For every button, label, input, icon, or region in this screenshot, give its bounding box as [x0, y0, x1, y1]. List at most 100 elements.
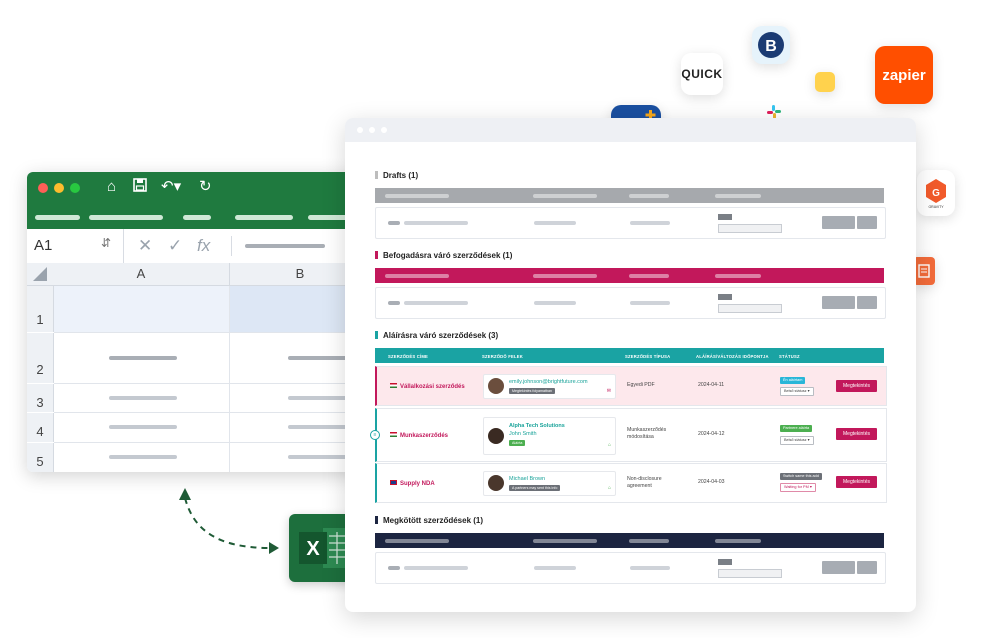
draft-row[interactable]: [375, 207, 886, 239]
row-header-5[interactable]: 5: [27, 443, 54, 472]
home-icon[interactable]: ⌂: [107, 178, 116, 196]
avatar: [488, 428, 504, 444]
view-button[interactable]: Megtekintés: [836, 428, 877, 440]
formula-input[interactable]: [245, 244, 325, 248]
minimize-dot[interactable]: [54, 183, 64, 193]
cell-a1[interactable]: [54, 286, 230, 333]
undo-icon[interactable]: ↶▾: [161, 178, 181, 196]
uk-flag-icon: [390, 480, 397, 485]
save-icon[interactable]: [133, 178, 147, 197]
contract-title[interactable]: Vállalkozási szerződés: [390, 383, 465, 390]
window-dot[interactable]: [381, 127, 387, 133]
svg-text:GRAVITY: GRAVITY: [928, 205, 944, 209]
column-header-a[interactable]: A: [53, 263, 230, 286]
stepper-icon[interactable]: ⇵: [101, 236, 111, 250]
window-dot[interactable]: [369, 127, 375, 133]
mail-icon: ✉: [606, 388, 611, 394]
party-email: emily.johnson@brightfuture.com: [509, 379, 588, 385]
home-icon: ⌂: [607, 485, 611, 491]
party-company: Alpha Tech Solutions: [509, 423, 565, 429]
contract-title[interactable]: Supply NDA: [390, 480, 435, 487]
row-header-2[interactable]: 2: [27, 333, 54, 383]
excel-toolbar: ⌂ ↶▾ ↻: [27, 172, 367, 229]
draft-action-button[interactable]: [857, 216, 877, 229]
col-header-type: SZERZŐDÉS TÍPUSA: [625, 354, 671, 359]
ribbon-tab[interactable]: [235, 215, 293, 220]
section-drafts-title: Drafts (1): [375, 171, 418, 180]
party-card[interactable]: Michael Brown A partners may sent this i…: [483, 471, 616, 496]
view-button[interactable]: Megtekintés: [836, 476, 877, 488]
contract-title[interactable]: Munkaszerződés: [390, 432, 448, 439]
fx-icon[interactable]: fx: [197, 236, 210, 256]
ribbon-tab[interactable]: [183, 215, 211, 220]
ribbon-tab[interactable]: [89, 215, 163, 220]
party-status-badge: A partners may sent this info: [509, 485, 561, 491]
select-all-corner[interactable]: [27, 263, 53, 286]
signed-action-button[interactable]: [857, 561, 877, 574]
row-header-4[interactable]: 4: [27, 413, 54, 442]
contract-row[interactable]: Vállalkozási szerződés emily.johnson@bri…: [375, 366, 887, 406]
section-signing-title: Aláírásra váró szerződések (3): [375, 331, 498, 340]
avatar: [488, 475, 504, 491]
pending-table-header: [375, 268, 884, 283]
party-status-badge: Megtekintés folyamatban: [509, 388, 555, 394]
orange-doc-app-icon: [913, 257, 935, 285]
redo-icon[interactable]: ↻: [199, 178, 212, 196]
signed-row[interactable]: [375, 552, 886, 584]
internal-status-select[interactable]: Waiting for PM ▾: [780, 483, 816, 492]
party-status-badge: Aláírta: [509, 440, 526, 446]
avatar: [488, 378, 504, 394]
divider: [123, 229, 124, 263]
maximize-dot[interactable]: [70, 183, 80, 193]
col-header-date: ALÁÍRÁS/VÁLTOZÁS IDŐPONTJA: [696, 354, 769, 359]
internal-status-select[interactable]: Belső státusz ▾: [780, 387, 814, 396]
ribbon-tab[interactable]: [35, 215, 80, 220]
contract-type: Munkaszerződés módosítása: [627, 427, 667, 440]
party-card[interactable]: Alpha Tech Solutions John Smith Aláírta …: [483, 417, 616, 455]
signing-table-header: SZERZŐDÉS CÍME SZERZŐDŐ FELEK SZERZŐDÉS …: [375, 348, 884, 363]
contracts-dashboard-window: Drafts (1) Befogadásra váró szerződések …: [345, 118, 916, 612]
pending-action-button[interactable]: [822, 296, 855, 309]
draft-action-button[interactable]: [822, 216, 855, 229]
col-header-status: STÁTUSZ: [779, 354, 800, 359]
contract-date: 2024-04-03: [698, 479, 725, 485]
formula-bar: A1 ⇵ ✕ ✓ fx: [27, 229, 367, 264]
cell-reference[interactable]: A1: [34, 237, 52, 254]
row-header-3[interactable]: 3: [27, 384, 54, 412]
cell-a4[interactable]: [54, 413, 230, 443]
section-pending-title: Befogadásra váró szerződések (1): [375, 251, 512, 260]
party-card[interactable]: emily.johnson@brightfuture.com Megtekint…: [483, 374, 616, 399]
cell-a2[interactable]: [54, 333, 230, 384]
home-icon: ⌂: [607, 442, 611, 448]
check-icon[interactable]: ✓: [168, 236, 182, 256]
section-signed-title: Megkötött szerződések (1): [375, 516, 483, 525]
contract-date: 2024-04-11: [698, 382, 725, 388]
drafts-table-header: [375, 188, 884, 203]
pending-row[interactable]: [375, 287, 886, 319]
svg-text:X: X: [306, 538, 320, 560]
col-header-title: SZERZŐDÉS CÍME: [388, 354, 429, 359]
status-badge: Switch same this add: [780, 473, 822, 480]
svg-text:G: G: [932, 188, 940, 199]
sync-arrow-icon: [179, 488, 279, 554]
party-name: John Smith: [509, 431, 537, 437]
party-name: Michael Brown: [509, 476, 546, 482]
row-header-1[interactable]: 1: [27, 286, 54, 332]
hungarian-flag-icon: [390, 432, 397, 437]
pending-action-button[interactable]: [857, 296, 877, 309]
view-button[interactable]: Megtekintés: [836, 380, 877, 392]
contract-row[interactable]: ≡ Munkaszerződés Alpha Tech Solutions Jo…: [370, 408, 887, 462]
close-dot[interactable]: [38, 183, 48, 193]
hungarian-flag-icon: [390, 383, 397, 388]
contract-row[interactable]: Supply NDA Michael Brown A partners may …: [375, 463, 887, 503]
expand-row-icon[interactable]: ≡: [370, 430, 380, 440]
contract-type: Egyedi PDF: [627, 382, 655, 388]
cancel-icon[interactable]: ✕: [138, 236, 152, 256]
signed-action-button[interactable]: [822, 561, 855, 574]
cell-a3[interactable]: [54, 384, 230, 413]
gravity-forms-app-icon: G GRAVITY: [917, 170, 955, 216]
internal-status-select[interactable]: Belső státusz ▾: [780, 436, 814, 445]
window-dot[interactable]: [357, 127, 363, 133]
cell-a5[interactable]: [54, 443, 230, 472]
zapier-app-icon: zapier: [875, 46, 933, 104]
